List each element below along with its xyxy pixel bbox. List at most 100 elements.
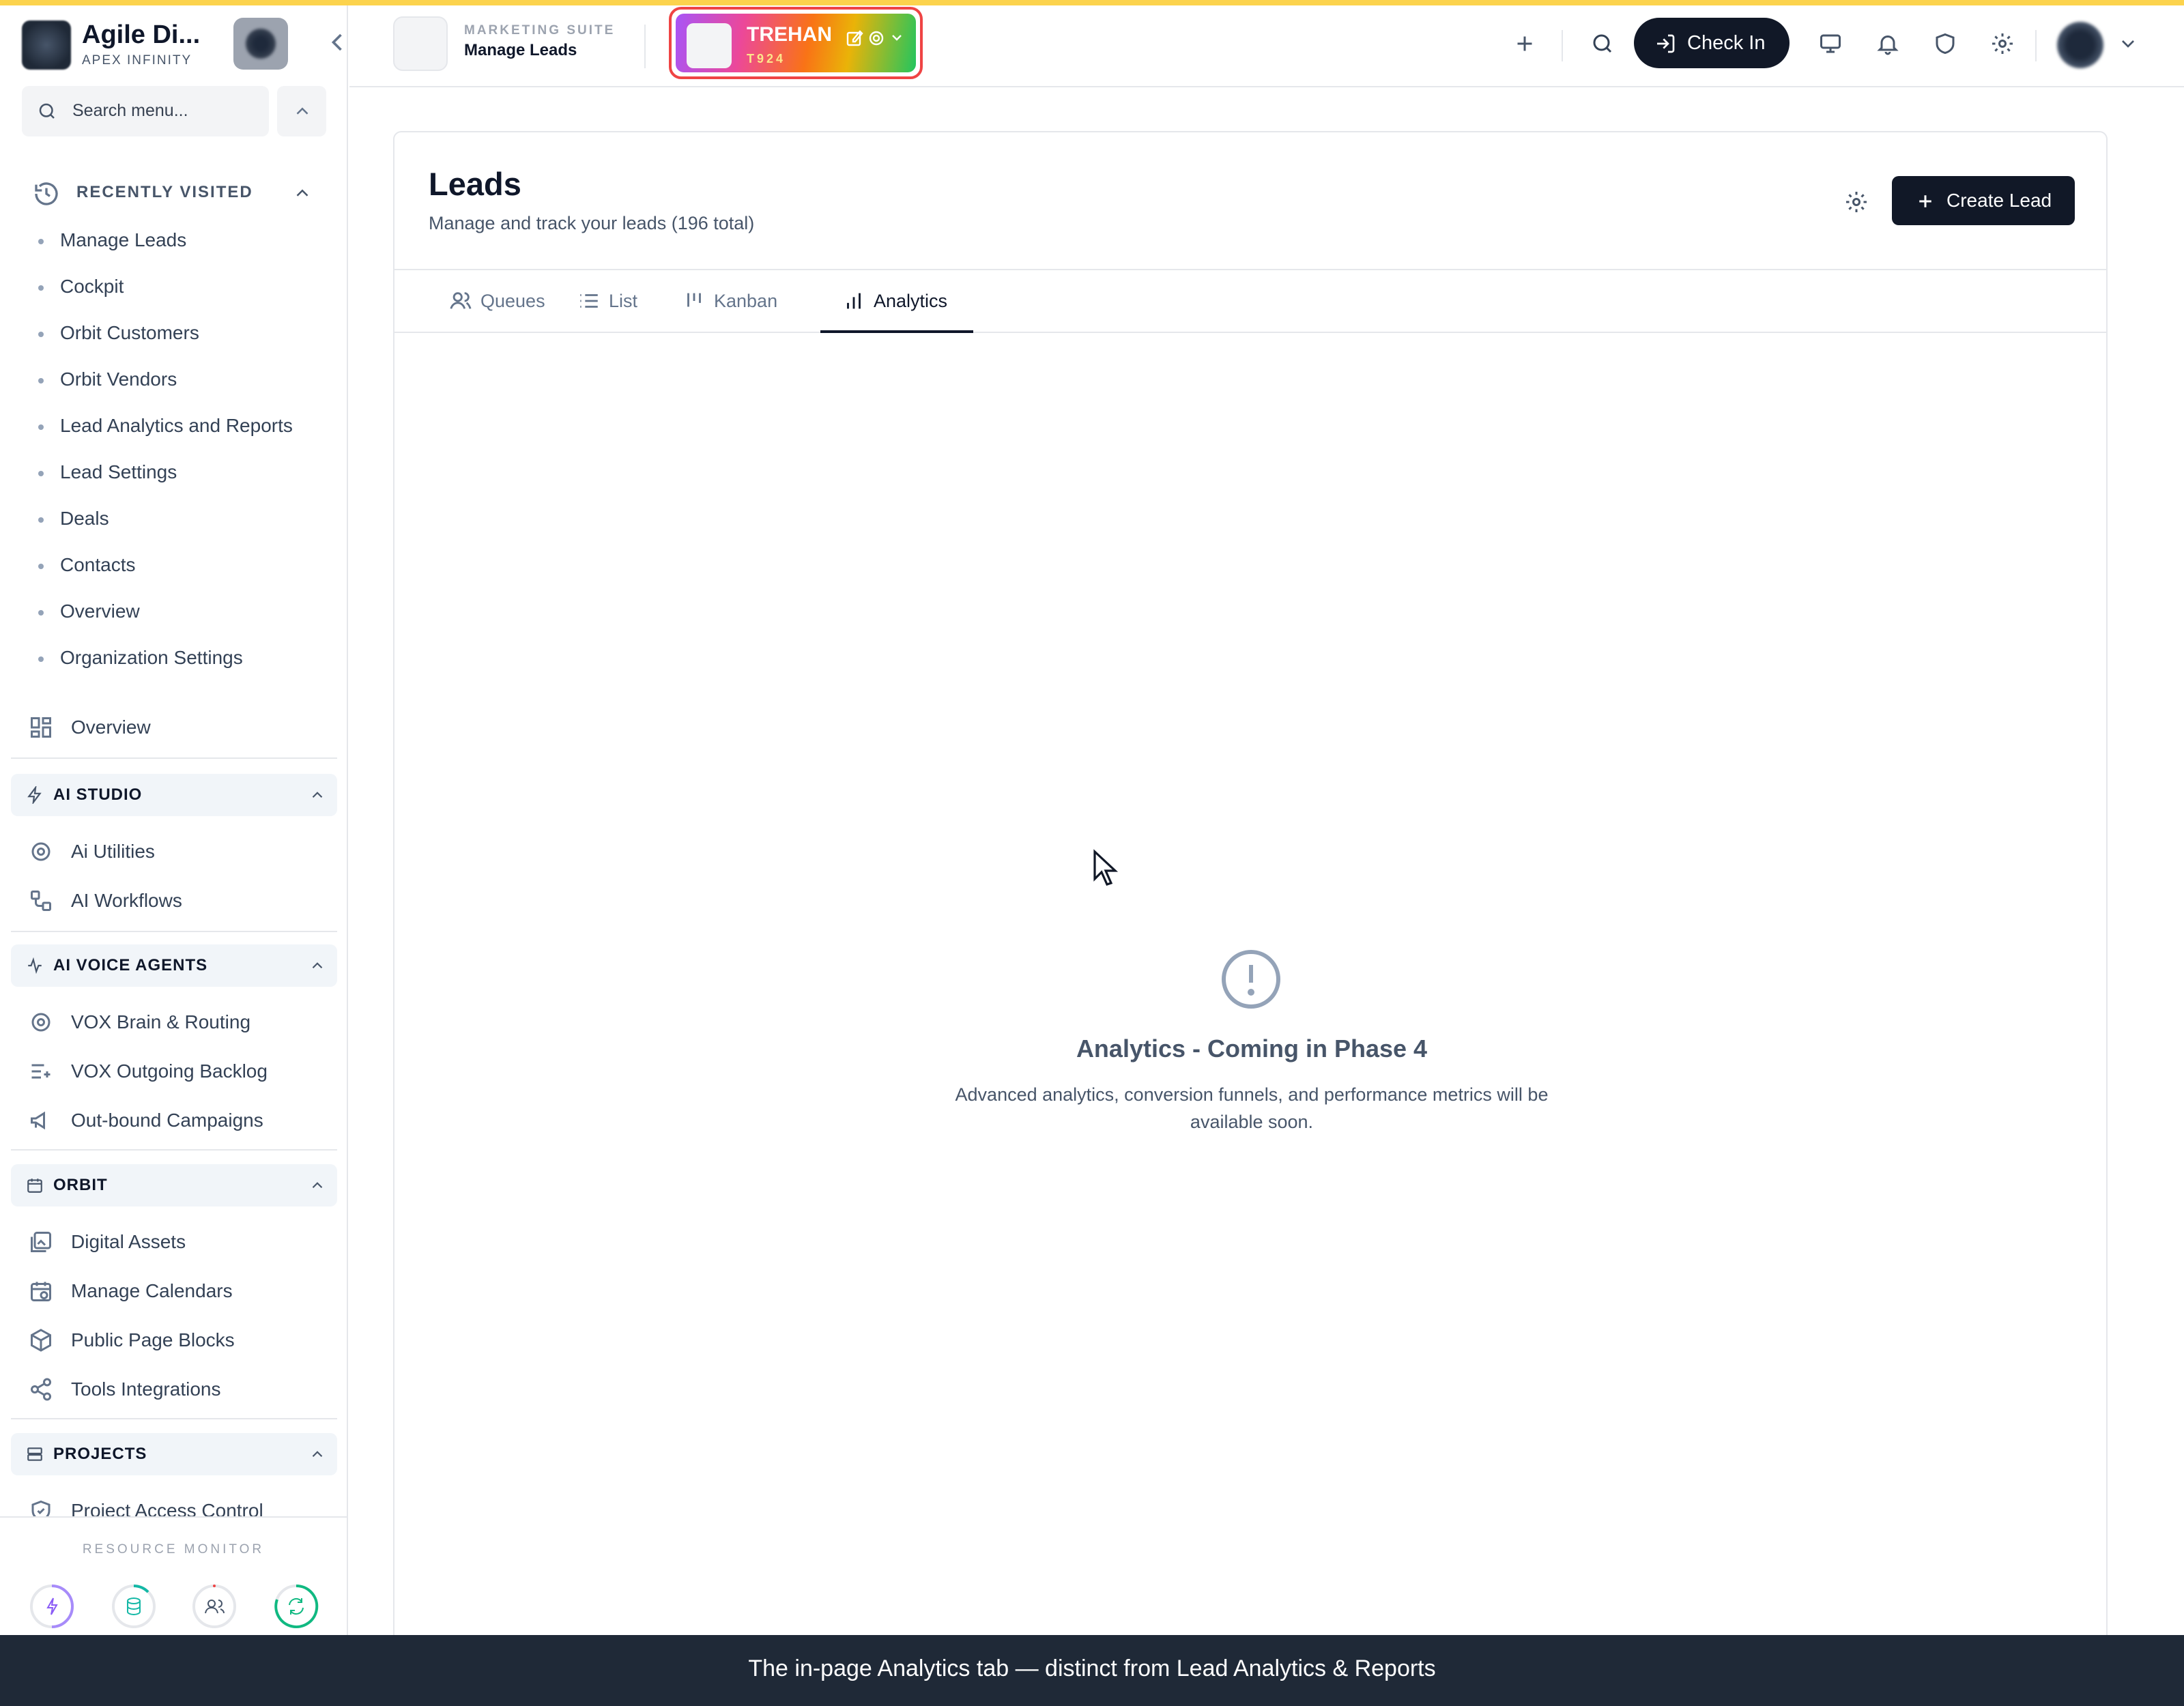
- dashboard-icon: [31, 717, 51, 738]
- bar-chart-icon: [847, 293, 861, 309]
- edit-icon: [846, 30, 863, 46]
- sidebar-item-vox-brain[interactable]: VOX Brain & Routing: [29, 1003, 329, 1044]
- list-icon: [580, 294, 598, 308]
- sidebar-item-digital-assets[interactable]: Digital Assets: [29, 1223, 329, 1264]
- gear-icon: [869, 31, 884, 46]
- recent-item[interactable]: Lead Analytics and Reports: [34, 411, 334, 457]
- bell-icon: [1877, 35, 1899, 55]
- sidebar-item-manage-calendars[interactable]: Manage Calendars: [29, 1272, 329, 1313]
- divider: [1562, 30, 1563, 61]
- sidebar-item-ai-utilities[interactable]: Ai Utilities: [29, 833, 329, 873]
- divider: [11, 757, 337, 759]
- recent-item[interactable]: Deals: [34, 504, 334, 550]
- recent-item[interactable]: Orbit Vendors: [34, 364, 334, 411]
- sidebar-item-vox-backlog[interactable]: VOX Outgoing Backlog: [29, 1052, 329, 1093]
- current-page-label: Manage Leads: [464, 41, 577, 59]
- org-avatar[interactable]: [233, 18, 288, 70]
- top-accent-stripe: [0, 0, 2184, 5]
- group-ai-voice-agents[interactable]: AI VOICE AGENTS: [11, 944, 337, 987]
- check-in-label: Check In: [1687, 32, 1766, 54]
- share-icon: [31, 1378, 51, 1401]
- database-gauge-icon[interactable]: [111, 1583, 157, 1630]
- search-toggle-button[interactable]: [277, 86, 326, 136]
- group-projects[interactable]: PROJECTS: [11, 1433, 337, 1475]
- suite-logo: [393, 16, 448, 71]
- caption-text: The in-page Analytics tab — distinct fro…: [748, 1656, 1436, 1681]
- tenant-switcher[interactable]: TREHAN T924: [669, 7, 923, 79]
- cog-icon: [31, 842, 51, 861]
- user-avatar[interactable]: [2057, 22, 2103, 68]
- zap-icon: [27, 786, 42, 804]
- caption-bar: The in-page Analytics tab — distinct fro…: [0, 1635, 2184, 1706]
- recent-item[interactable]: Overview: [34, 596, 334, 643]
- notifications-button[interactable]: [1866, 22, 1910, 66]
- sidebar-item-ai-workflows[interactable]: AI Workflows: [29, 882, 329, 923]
- lead-settings-button[interactable]: [1835, 180, 1878, 224]
- log-in-icon: [1657, 34, 1675, 53]
- recently-visited-title: RECENTLY VISITED: [76, 183, 253, 201]
- sidebar-item-outbound-campaigns[interactable]: Out-bound Campaigns: [29, 1101, 329, 1142]
- recent-item[interactable]: Orbit Customers: [34, 318, 334, 364]
- check-in-button[interactable]: Check In: [1634, 18, 1790, 68]
- divider: [644, 25, 646, 68]
- chevron-up-icon: [296, 189, 308, 197]
- recent-item[interactable]: Organization Settings: [34, 643, 334, 689]
- divider: [2035, 30, 2037, 61]
- suite-label: MARKETING SUITE: [464, 23, 616, 38]
- recent-item[interactable]: Lead Settings: [34, 457, 334, 504]
- collapse-sidebar-button[interactable]: [322, 27, 347, 57]
- shield-icon: [1936, 33, 1955, 55]
- users-icon: [450, 292, 472, 309]
- recent-item[interactable]: Contacts: [34, 550, 334, 596]
- create-lead-label: Create Lead: [1946, 190, 2052, 211]
- create-lead-button[interactable]: Create Lead: [1892, 176, 2075, 225]
- gear-icon: [1992, 33, 2013, 54]
- group-orbit[interactable]: ORBIT: [11, 1164, 337, 1206]
- calendar-clock-icon: [31, 1282, 51, 1301]
- sidebar-item-public-page-blocks[interactable]: Public Page Blocks: [29, 1321, 329, 1362]
- kanban-icon: [687, 293, 701, 307]
- search-icon: [39, 103, 55, 119]
- display-button[interactable]: [1809, 22, 1852, 66]
- workflow-icon: [31, 891, 51, 911]
- view-tabs: Queues List Kanban Analytics: [394, 270, 2106, 333]
- empty-state-description: Advanced analytics, conversion funnels, …: [955, 1084, 1549, 1132]
- chevron-left-icon: [331, 33, 342, 51]
- divider: [11, 1149, 337, 1151]
- chevron-down-icon: [892, 35, 902, 41]
- sync-gauge-icon[interactable]: [273, 1583, 319, 1630]
- chevron-up-icon: [312, 792, 323, 798]
- tenant-avatar: [687, 23, 732, 68]
- alert-circle-icon: [1222, 950, 1280, 1009]
- security-button[interactable]: [1923, 22, 1967, 66]
- tab-list[interactable]: List: [556, 270, 651, 333]
- chevron-up-icon: [312, 962, 323, 969]
- users-gauge-icon[interactable]: [191, 1583, 238, 1630]
- gear-icon: [1846, 192, 1867, 212]
- recently-visited-header[interactable]: RECENTLY VISITED: [33, 179, 319, 209]
- search-button[interactable]: [1581, 22, 1624, 66]
- group-ai-studio[interactable]: AI STUDIO: [11, 774, 337, 816]
- add-button[interactable]: [1503, 22, 1547, 66]
- recent-item[interactable]: Manage Leads: [34, 225, 334, 272]
- tab-kanban[interactable]: Kanban: [661, 270, 797, 333]
- activity-icon: [28, 957, 42, 974]
- sidebar-item-overview[interactable]: Overview: [29, 708, 329, 749]
- box-icon: [31, 1329, 51, 1352]
- cog-icon: [31, 1013, 51, 1032]
- cpu-gauge-icon[interactable]: [29, 1583, 75, 1630]
- tenant-actions[interactable]: [846, 26, 915, 50]
- sidebar-item-tools-integrations[interactable]: Tools Integrations: [29, 1370, 329, 1411]
- brand-subtitle: APEX INFINITY: [82, 53, 192, 68]
- server-icon: [27, 1447, 42, 1461]
- sidebar-search-input[interactable]: Search menu...: [22, 86, 269, 136]
- tab-analytics[interactable]: Analytics: [820, 270, 973, 333]
- history-icon: [35, 182, 58, 205]
- settings-button[interactable]: [1981, 22, 2024, 66]
- leads-card: Leads Manage and track your leads (196 t…: [393, 131, 2108, 1660]
- resource-monitor: RESOURCE MONITOR: [0, 1516, 347, 1635]
- tab-queues[interactable]: Queues: [427, 270, 550, 333]
- sidebar: Agile Di... APEX INFINITY Search menu...…: [0, 0, 348, 1635]
- chevron-down-icon[interactable]: [2117, 33, 2139, 55]
- recent-item[interactable]: Cockpit: [34, 272, 334, 318]
